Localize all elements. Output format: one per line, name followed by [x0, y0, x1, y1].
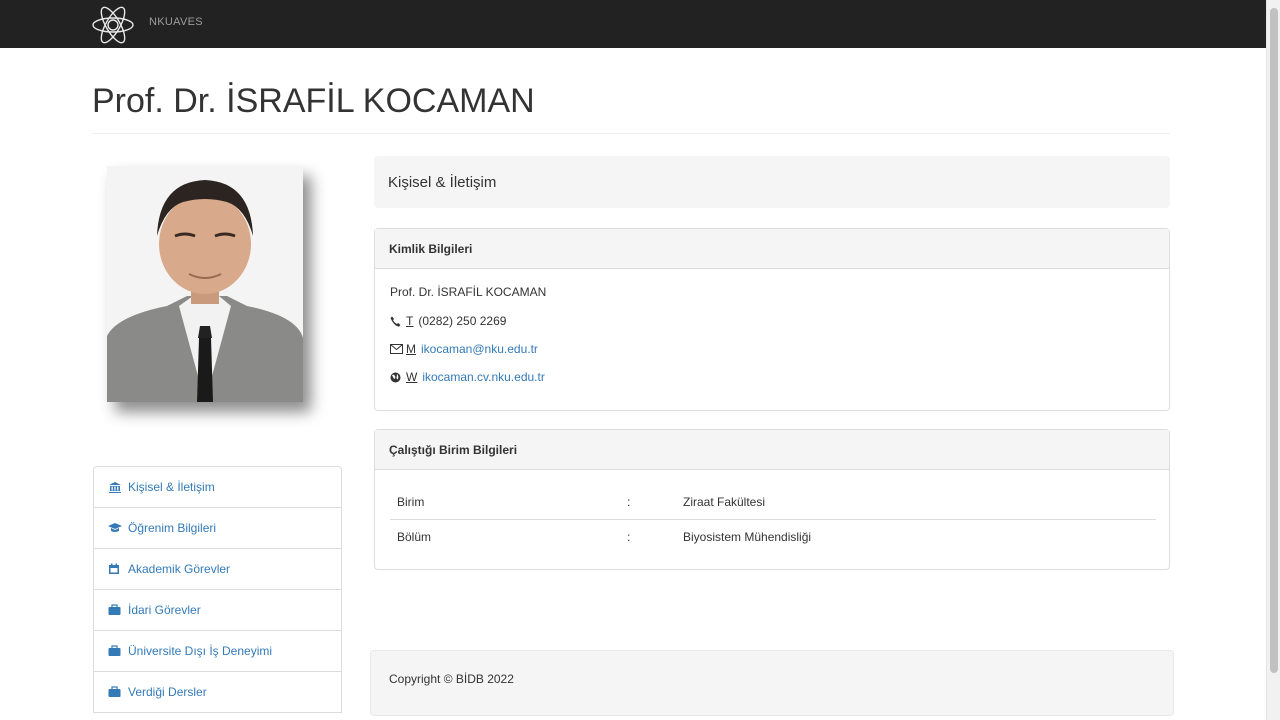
- title-divider: [92, 133, 1170, 134]
- sidebar-item-education[interactable]: Öğrenim Bilgileri: [93, 507, 342, 549]
- email-label: M: [406, 342, 416, 356]
- sidebar-item-external-experience[interactable]: Üniversite Dışı İş Deneyimi: [93, 630, 342, 672]
- phone-line: T (0282) 250 2269: [390, 314, 506, 328]
- identity-panel-heading: Kimlik Bilgileri: [375, 229, 1169, 269]
- brand-name[interactable]: NKUAVES: [149, 16, 203, 28]
- calendar-icon: [108, 563, 124, 575]
- copyright-text: Copyright © BİDB 2022: [389, 672, 514, 686]
- identity-panel: Kimlik Bilgileri Prof. Dr. İSRAFİL KOCAM…: [374, 228, 1170, 411]
- building-icon: [108, 481, 124, 493]
- phone-label: T: [406, 314, 414, 328]
- unit-row-separator: :: [627, 495, 631, 509]
- phone-icon: [390, 315, 404, 327]
- briefcase-icon: [108, 604, 124, 616]
- unit-row-value: Biyosistem Mühendisliği: [683, 530, 812, 544]
- sidebar-item-administrative-duties[interactable]: İdari Görevler: [93, 589, 342, 631]
- page-title: Prof. Dr. İSRAFİL KOCAMAN: [92, 82, 535, 120]
- profile-photo: [107, 166, 303, 402]
- web-line: W ikocaman.cv.nku.edu.tr: [390, 370, 545, 384]
- identity-name-text: Prof. Dr. İSRAFİL KOCAMAN: [390, 285, 547, 299]
- email-line: M ikocaman@nku.edu.tr: [390, 342, 538, 356]
- sidebar-item-label: Verdiği Dersler: [128, 685, 207, 699]
- unit-panel-heading: Çalıştığı Birim Bilgileri: [375, 430, 1169, 470]
- web-link[interactable]: ikocaman.cv.nku.edu.tr: [422, 370, 545, 384]
- identity-name: Prof. Dr. İSRAFİL KOCAMAN: [390, 285, 546, 299]
- section-header: Kişisel & İletişim: [374, 156, 1170, 208]
- globe-icon: [390, 371, 404, 383]
- profile-portrait-image: [107, 166, 303, 402]
- scrollbar-thumb[interactable]: [1270, 8, 1278, 673]
- sidebar-item-academic-duties[interactable]: Akademik Görevler: [93, 548, 342, 590]
- unit-row-key: Bölüm: [397, 530, 432, 544]
- unit-panel: Çalıştığı Birim Bilgileri Birim : Ziraat…: [374, 429, 1170, 570]
- envelope-icon: [390, 343, 404, 355]
- university-logo-icon[interactable]: [90, 4, 136, 46]
- briefcase-icon: [108, 686, 124, 698]
- sidebar-item-label: Öğrenim Bilgileri: [128, 521, 217, 535]
- unit-row-department: Bölüm : Biyosistem Mühendisliği: [390, 519, 1156, 553]
- sidebar-item-label: Üniversite Dışı İş Deneyimi: [128, 644, 273, 658]
- sidebar-item-personal-contact[interactable]: Kişisel & İletişim: [93, 466, 342, 508]
- unit-row-separator: :: [627, 530, 631, 544]
- graduation-cap-icon: [108, 522, 124, 534]
- sidebar-item-courses-taught[interactable]: Verdiği Dersler: [93, 671, 342, 713]
- unit-row-key: Birim: [397, 495, 425, 509]
- sidebar-item-label: Akademik Görevler: [128, 562, 231, 576]
- unit-row-value: Ziraat Fakültesi: [683, 495, 766, 509]
- web-label: W: [406, 370, 418, 384]
- footer: Copyright © BİDB 2022: [370, 650, 1174, 716]
- top-navbar: NKUAVES: [0, 0, 1266, 48]
- phone-number: (0282) 250 2269: [418, 314, 507, 328]
- sidebar-item-label: İdari Görevler: [128, 603, 201, 617]
- email-link[interactable]: ikocaman@nku.edu.tr: [421, 342, 538, 356]
- sidebar-item-label: Kişisel & İletişim: [128, 480, 215, 494]
- unit-row-faculty: Birim : Ziraat Fakültesi: [390, 485, 1156, 519]
- page-scrollbar[interactable]: [1266, 0, 1280, 720]
- briefcase-icon: [108, 645, 124, 657]
- sidebar-menu: Kişisel & İletişim Öğrenim Bilgileri Aka…: [93, 466, 342, 713]
